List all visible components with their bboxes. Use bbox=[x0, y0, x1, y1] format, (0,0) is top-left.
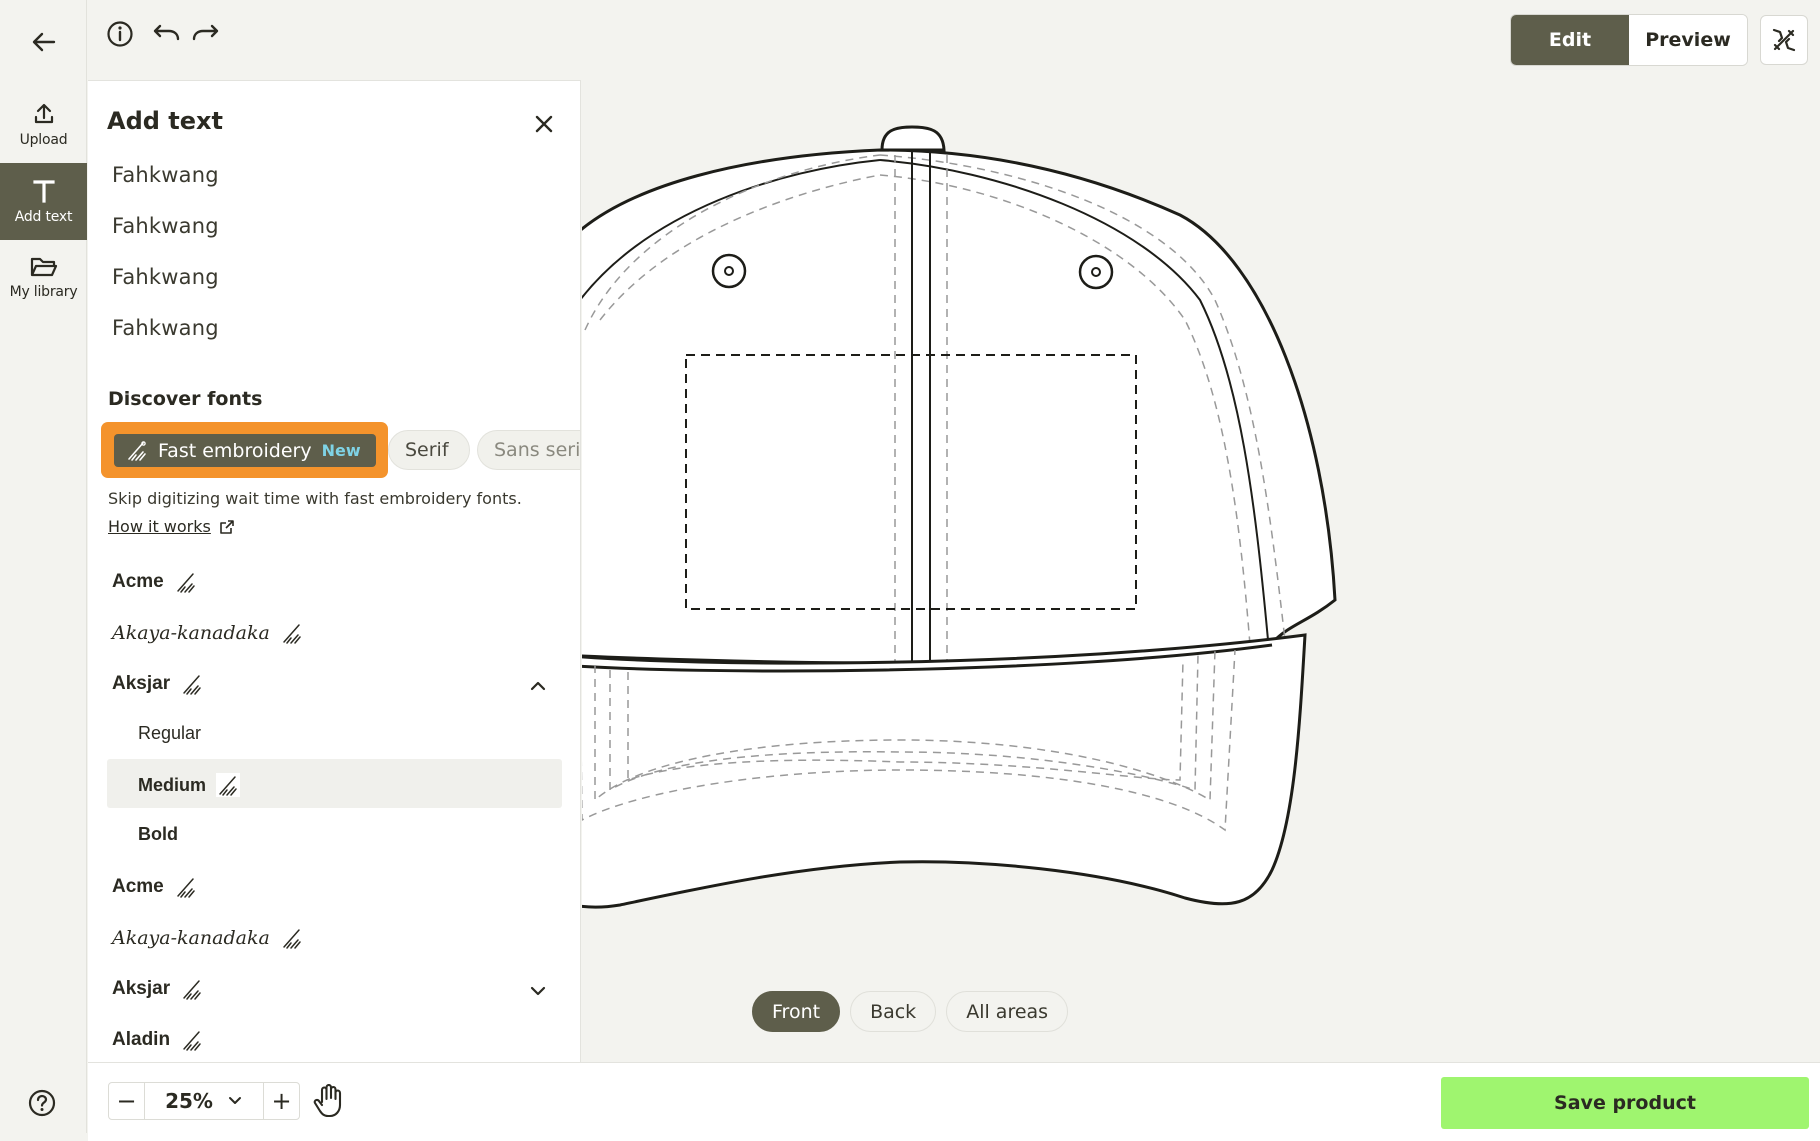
embroidery-needle-icon bbox=[183, 1031, 201, 1051]
left-nav: Upload Add text My library bbox=[0, 0, 87, 1133]
folder-icon bbox=[30, 257, 57, 277]
chip-serif[interactable]: Serif bbox=[388, 430, 470, 470]
close-icon bbox=[535, 115, 553, 133]
close-panel-button[interactable] bbox=[529, 109, 559, 139]
font-item-aladin[interactable]: Aladin bbox=[112, 1028, 204, 1052]
chip-sans-label: Sans serif bbox=[494, 439, 581, 461]
weight-label: Medium bbox=[138, 774, 207, 795]
weight-bold[interactable]: Bold bbox=[138, 824, 178, 845]
mode-controls: Edit Preview bbox=[1510, 14, 1808, 66]
text-sample-4[interactable]: Fahkwang bbox=[112, 316, 219, 340]
chevron-down-icon[interactable] bbox=[528, 984, 548, 998]
weight-label: Regular bbox=[138, 723, 202, 743]
embroidery-needle-icon bbox=[177, 573, 195, 593]
text-sample-3[interactable]: Fahkwang bbox=[112, 265, 219, 289]
font-name: Acme bbox=[112, 876, 164, 897]
undo-button[interactable] bbox=[152, 22, 182, 46]
text-sample-2[interactable]: Fahkwang bbox=[112, 214, 219, 238]
nav-add-text[interactable]: Add text bbox=[0, 163, 87, 240]
font-name: Aksjar bbox=[112, 673, 171, 694]
new-badge: New bbox=[321, 441, 361, 460]
how-it-works-link[interactable]: How it works bbox=[108, 517, 235, 536]
zoom-level-value: 25% bbox=[165, 1089, 213, 1113]
hand-icon bbox=[313, 1083, 342, 1118]
redo-icon bbox=[192, 24, 219, 41]
embroidery-needle-icon bbox=[177, 878, 195, 898]
zoom-level-dropdown[interactable]: 25% bbox=[144, 1083, 264, 1119]
chevron-up-icon[interactable] bbox=[528, 679, 548, 693]
save-product-button[interactable]: Save product bbox=[1441, 1077, 1809, 1129]
zoom-in-button[interactable]: + bbox=[264, 1083, 299, 1119]
undo-icon bbox=[153, 24, 180, 41]
nav-my-library[interactable]: My library bbox=[0, 245, 87, 311]
nav-my-library-label: My library bbox=[9, 284, 78, 300]
embroidery-needle-icon bbox=[216, 773, 241, 797]
how-it-works-label: How it works bbox=[108, 517, 211, 536]
font-name: Akaya-kanadaka bbox=[112, 622, 270, 644]
font-item-akaya-kanadaka[interactable]: Akaya-kanadaka bbox=[112, 621, 304, 645]
external-link-icon bbox=[220, 519, 234, 534]
edit-preview-toggle: Edit Preview bbox=[1510, 14, 1748, 66]
embroidery-needle-icon bbox=[283, 624, 301, 644]
view-all-areas-button[interactable]: All areas bbox=[946, 991, 1069, 1032]
chip-fast-embroidery[interactable]: Fast embroidery New bbox=[114, 434, 376, 467]
embroidery-needle-icon bbox=[183, 980, 201, 1000]
font-name: Akaya-kanadaka bbox=[112, 927, 270, 949]
font-item-acme[interactable]: Acme bbox=[112, 570, 198, 594]
nav-add-text-label: Add text bbox=[14, 208, 73, 225]
chip-serif-label: Serif bbox=[405, 439, 449, 461]
embroidery-needle-icon bbox=[128, 440, 146, 461]
cap-drawing bbox=[582, 125, 1337, 909]
font-name: Aladin bbox=[112, 1029, 171, 1050]
weight-label: Bold bbox=[138, 824, 178, 844]
embroidery-needle-icon bbox=[283, 929, 301, 949]
text-sample-1[interactable]: Fahkwang bbox=[112, 163, 219, 187]
upload-icon bbox=[34, 103, 53, 124]
chip-fast-label: Fast embroidery bbox=[158, 439, 312, 462]
back-button[interactable] bbox=[0, 18, 87, 66]
edit-button[interactable]: Edit bbox=[1511, 15, 1629, 65]
font-item-acme[interactable]: Acme bbox=[112, 875, 198, 899]
app-root: Upload Add text My library Add text Fahk… bbox=[0, 0, 1820, 1141]
chevron-down-icon bbox=[228, 1097, 241, 1104]
help-icon bbox=[28, 1089, 56, 1117]
font-name: Acme bbox=[112, 571, 164, 592]
text-t-icon bbox=[32, 179, 55, 203]
zoom-out-button[interactable]: − bbox=[109, 1083, 144, 1119]
redo-button[interactable] bbox=[190, 22, 220, 46]
font-name: Aksjar bbox=[112, 978, 171, 999]
view-back-button[interactable]: Back bbox=[850, 991, 937, 1032]
arrow-left-icon bbox=[32, 32, 55, 52]
help-button[interactable] bbox=[27, 1088, 57, 1122]
zoom-control: − 25% + bbox=[108, 1082, 300, 1120]
preview-button[interactable]: Preview bbox=[1629, 15, 1747, 65]
nav-upload-label: Upload bbox=[19, 132, 68, 148]
product-canvas[interactable] bbox=[582, 120, 1342, 920]
panel-title: Add text bbox=[107, 107, 223, 135]
embroidery-needle-icon bbox=[183, 675, 201, 695]
nav-upload[interactable]: Upload bbox=[0, 92, 87, 158]
view-selector: Front Back All areas bbox=[752, 991, 1069, 1032]
font-item-akaya-kanadaka[interactable]: Akaya-kanadaka bbox=[112, 926, 304, 950]
tools-button[interactable] bbox=[1760, 15, 1808, 65]
fast-embroidery-description: Skip digitizing wait time with fast embr… bbox=[108, 489, 522, 508]
info-icon bbox=[107, 21, 133, 47]
top-toolbar bbox=[106, 20, 220, 48]
add-text-panel: Add text Fahkwang Fahkwang Fahkwang Fahk… bbox=[88, 80, 581, 1062]
info-button[interactable] bbox=[106, 20, 134, 48]
weight-medium[interactable]: Medium bbox=[138, 773, 241, 797]
chip-sans-serif[interactable]: Sans serif bbox=[477, 430, 581, 470]
font-item-aksjar[interactable]: Aksjar bbox=[112, 977, 204, 1001]
font-item-aksjar-expanded[interactable]: Aksjar bbox=[112, 672, 204, 696]
pan-tool-button[interactable] bbox=[313, 1083, 343, 1122]
weight-regular[interactable]: Regular bbox=[138, 723, 201, 744]
tools-icon bbox=[1772, 28, 1796, 52]
view-front-button[interactable]: Front bbox=[752, 991, 841, 1032]
discover-fonts-heading: Discover fonts bbox=[108, 388, 263, 410]
